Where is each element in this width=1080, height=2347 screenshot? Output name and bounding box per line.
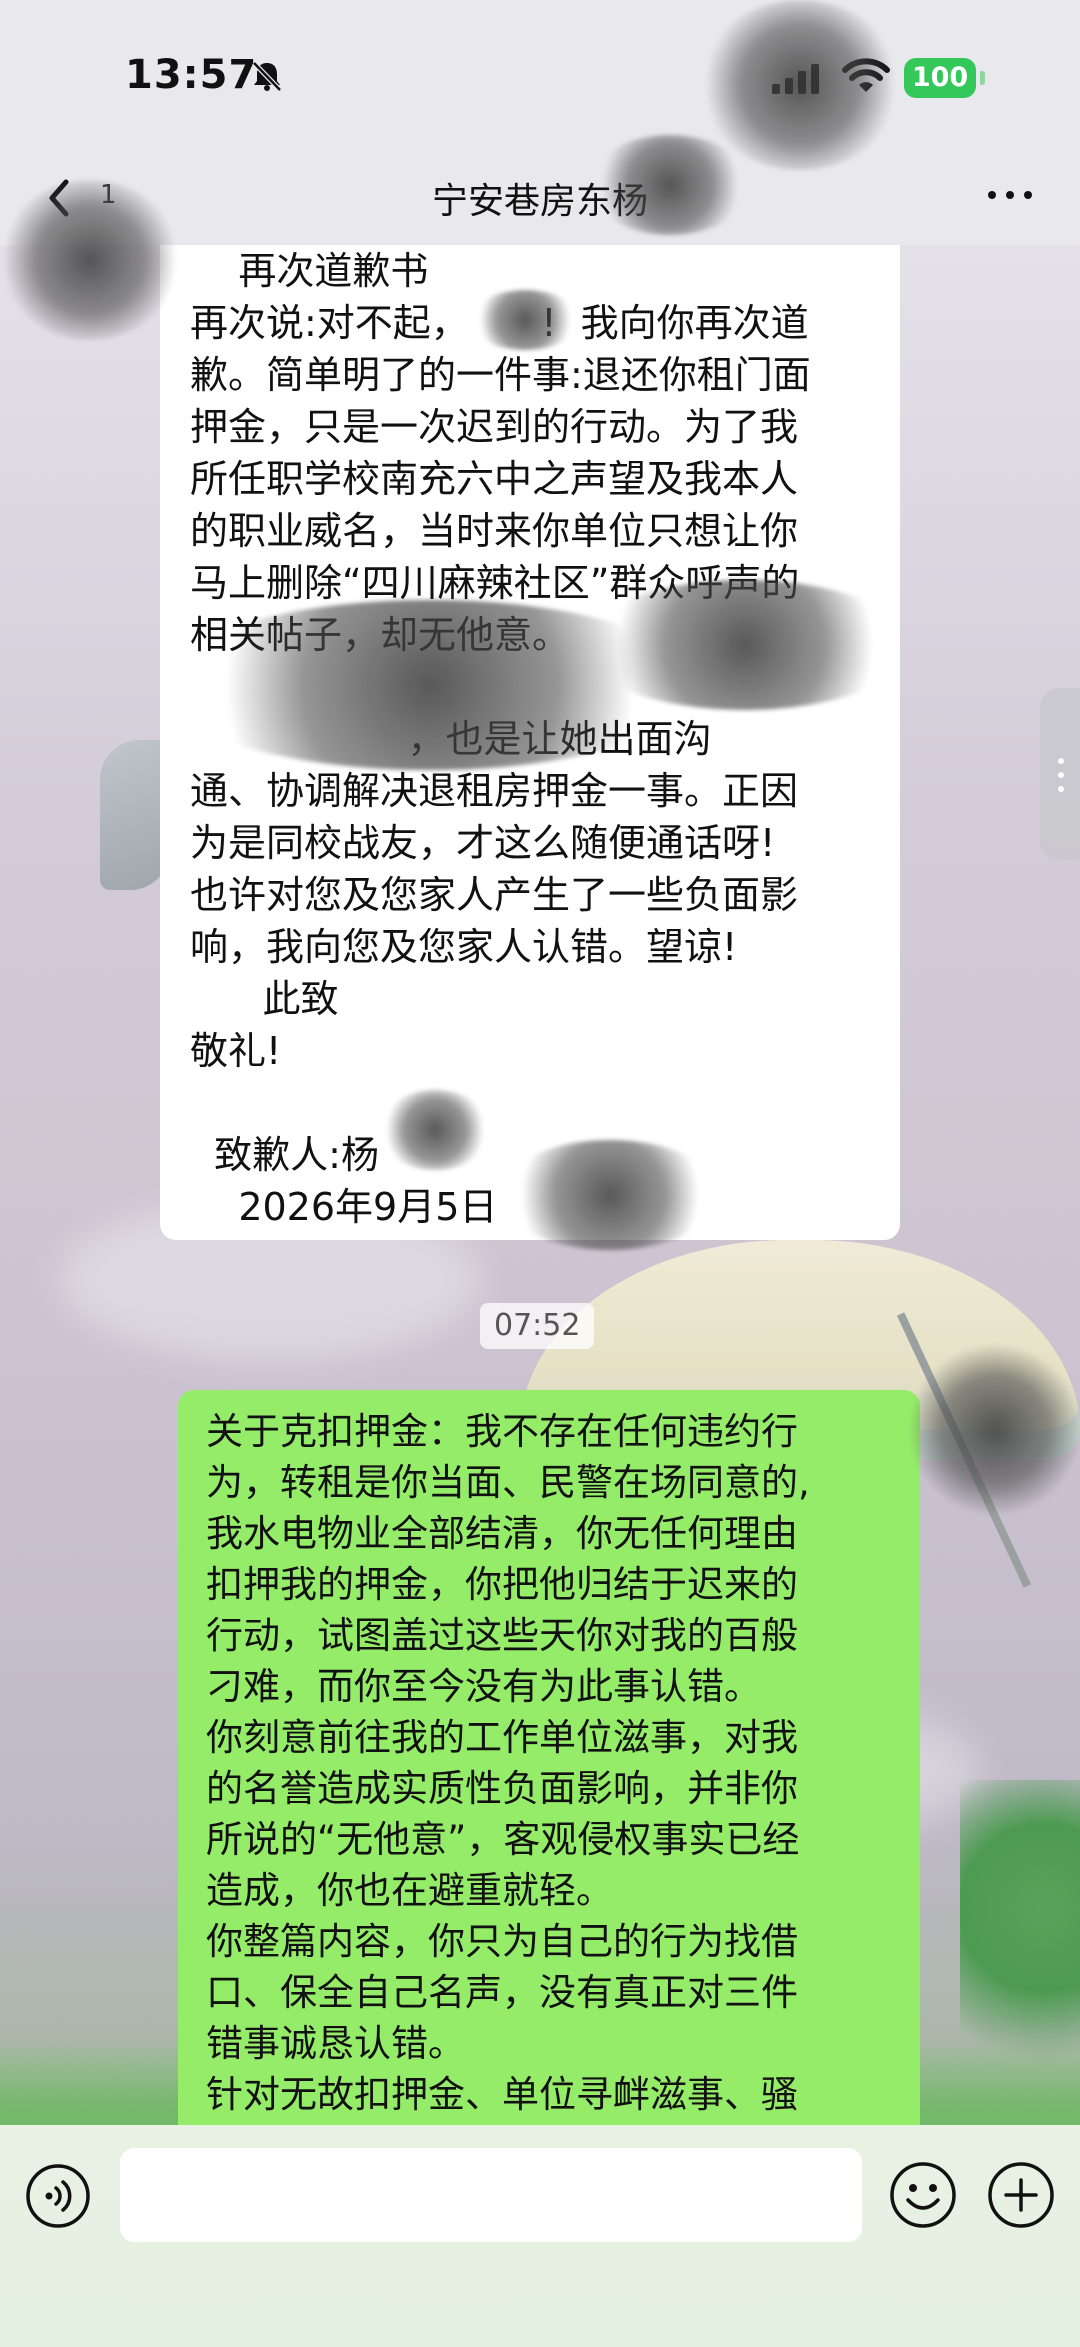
plus-icon[interactable] xyxy=(986,2160,1056,2230)
message-input[interactable] xyxy=(120,2148,862,2242)
mute-icon xyxy=(252,61,282,92)
redaction-smudge xyxy=(700,0,900,170)
battery-icon: 100 xyxy=(904,58,976,98)
status-time: 13:57 xyxy=(125,52,258,98)
outgoing-message-text: 关于克扣押金：我不存在任何违约行 为，转租是你当面、民警在场同意的, 我水电物业… xyxy=(206,1410,810,2116)
voice-icon[interactable] xyxy=(24,2162,92,2230)
emoji-icon[interactable] xyxy=(888,2160,958,2230)
redaction-smudge xyxy=(910,1345,1080,1515)
drag-dots-icon xyxy=(1058,758,1064,792)
redaction-smudge xyxy=(580,580,910,710)
redaction-smudge xyxy=(0,180,180,340)
redaction-smudge xyxy=(500,1140,720,1250)
message-timestamp: 07:52 xyxy=(480,1303,595,1349)
outgoing-message-bubble[interactable]: 关于克扣押金：我不存在任何违约行 为，转租是你当面、民警在场同意的, 我水电物业… xyxy=(178,1390,920,2125)
redaction-smudge xyxy=(470,290,580,350)
more-dots-icon[interactable] xyxy=(982,180,1042,210)
redaction-smudge xyxy=(380,1090,490,1170)
redaction-smudge xyxy=(590,135,750,235)
